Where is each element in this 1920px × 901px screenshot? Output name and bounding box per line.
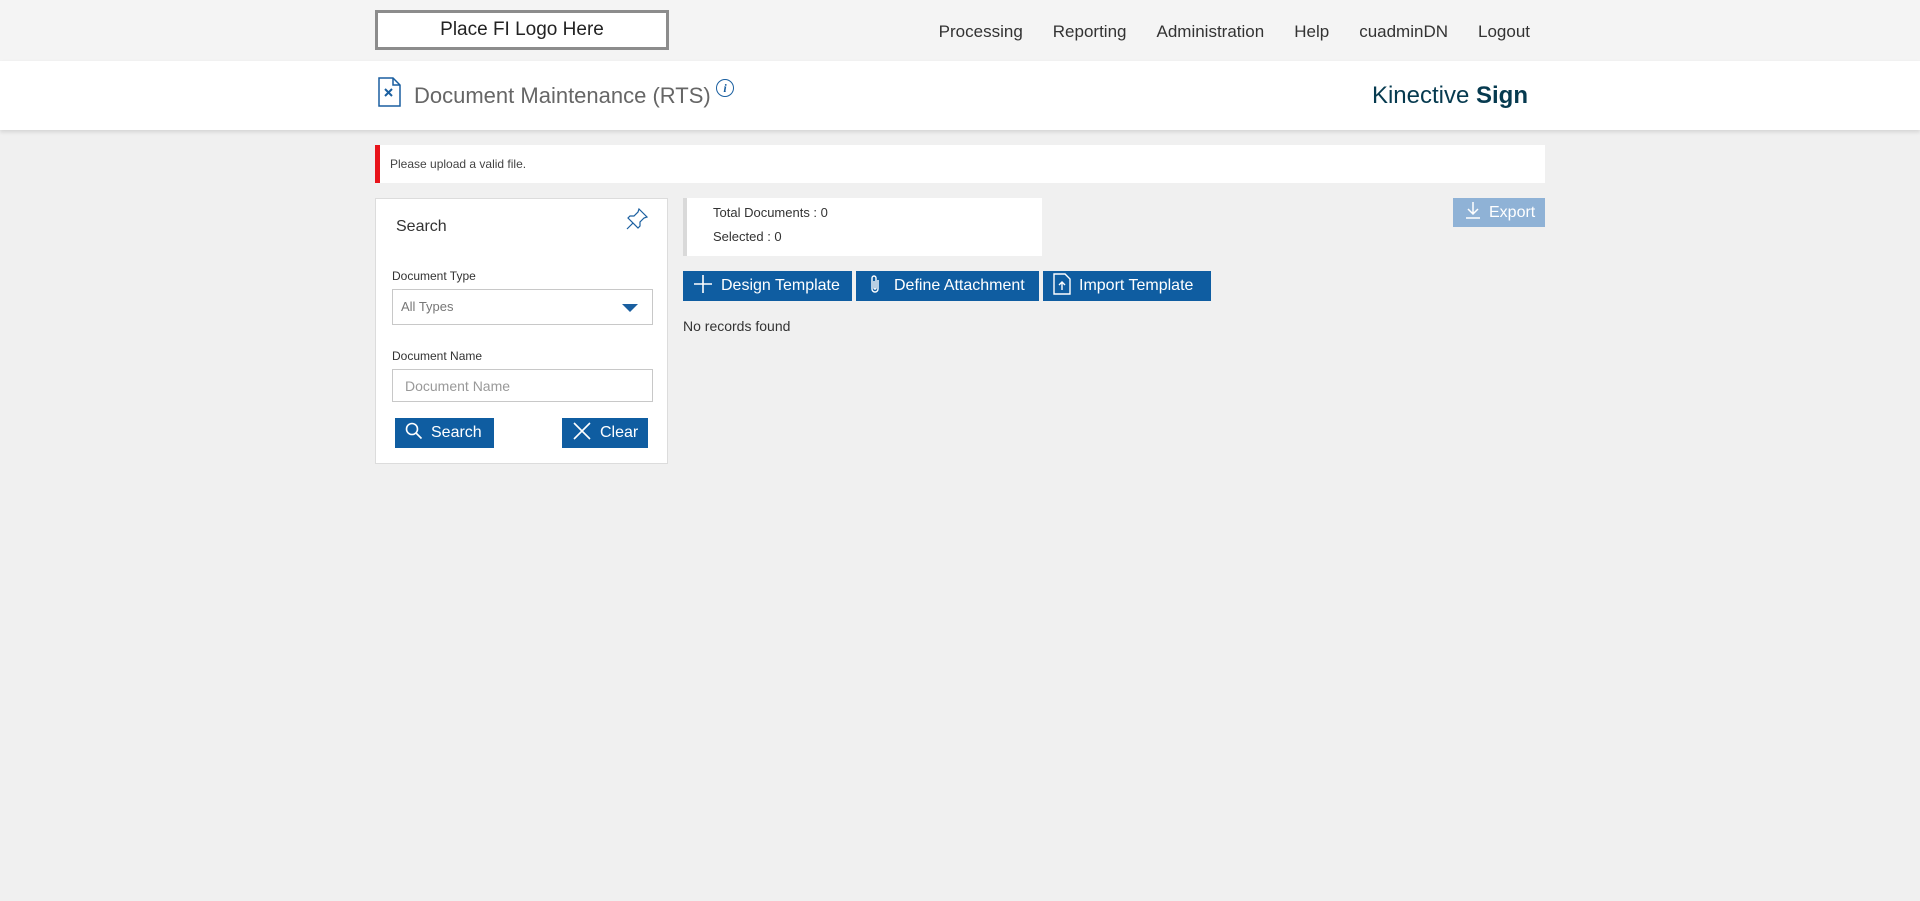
total-documents: Total Documents : 0 bbox=[713, 205, 828, 220]
nav-administration[interactable]: Administration bbox=[1157, 22, 1265, 42]
error-alert: Please upload a valid file. bbox=[375, 145, 1545, 183]
close-icon bbox=[572, 421, 592, 446]
import-template-button[interactable]: Import Template bbox=[1043, 271, 1211, 301]
search-panel: Search Document Type All Types Document … bbox=[375, 198, 668, 464]
document-type-select[interactable]: All Types bbox=[392, 289, 653, 325]
nav-help[interactable]: Help bbox=[1294, 22, 1329, 42]
export-label: Export bbox=[1489, 203, 1536, 221]
design-template-label: Design Template bbox=[721, 277, 840, 294]
document-icon bbox=[377, 77, 402, 112]
download-icon bbox=[1465, 201, 1481, 224]
main-nav: Processing Reporting Administration Help… bbox=[939, 22, 1530, 42]
top-bar: Place FI Logo Here Processing Reporting … bbox=[0, 0, 1920, 61]
chevron-down-icon bbox=[622, 304, 638, 312]
search-button-label: Search bbox=[431, 424, 482, 441]
design-template-button[interactable]: Design Template bbox=[683, 271, 852, 301]
document-summary: Total Documents : 0 Selected : 0 bbox=[683, 198, 1042, 256]
import-template-label: Import Template bbox=[1079, 277, 1194, 294]
title-bar: Document Maintenance (RTS) i Kinective S… bbox=[0, 61, 1920, 130]
clear-button[interactable]: Clear bbox=[562, 418, 648, 448]
document-name-label: Document Name bbox=[392, 349, 483, 363]
clear-button-label: Clear bbox=[600, 424, 639, 441]
define-attachment-label: Define Attachment bbox=[894, 277, 1025, 294]
nav-user-account[interactable]: cuadminDN bbox=[1359, 22, 1448, 42]
fi-logo-placeholder: Place FI Logo Here bbox=[375, 10, 669, 50]
brand-logo: Kinective Sign bbox=[1371, 82, 1528, 109]
selected-count: Selected : 0 bbox=[713, 229, 782, 244]
search-panel-title: Search bbox=[396, 218, 447, 235]
nav-logout[interactable]: Logout bbox=[1478, 22, 1530, 42]
document-name-input[interactable] bbox=[392, 369, 653, 402]
file-upload-icon bbox=[1053, 272, 1071, 300]
plus-icon bbox=[693, 274, 713, 299]
export-button[interactable]: Export bbox=[1453, 198, 1545, 227]
search-icon bbox=[405, 422, 423, 445]
document-type-label: Document Type bbox=[392, 269, 476, 283]
paperclip-icon bbox=[866, 274, 886, 299]
info-icon[interactable]: i bbox=[716, 79, 734, 97]
nav-processing[interactable]: Processing bbox=[939, 22, 1023, 42]
empty-results-message: No records found bbox=[683, 318, 791, 334]
search-button[interactable]: Search bbox=[395, 418, 494, 448]
page-title: Document Maintenance (RTS) bbox=[414, 83, 711, 108]
nav-reporting[interactable]: Reporting bbox=[1053, 22, 1127, 42]
document-type-value: All Types bbox=[401, 299, 454, 314]
define-attachment-button[interactable]: Define Attachment bbox=[856, 271, 1039, 301]
pin-icon[interactable] bbox=[625, 207, 649, 236]
